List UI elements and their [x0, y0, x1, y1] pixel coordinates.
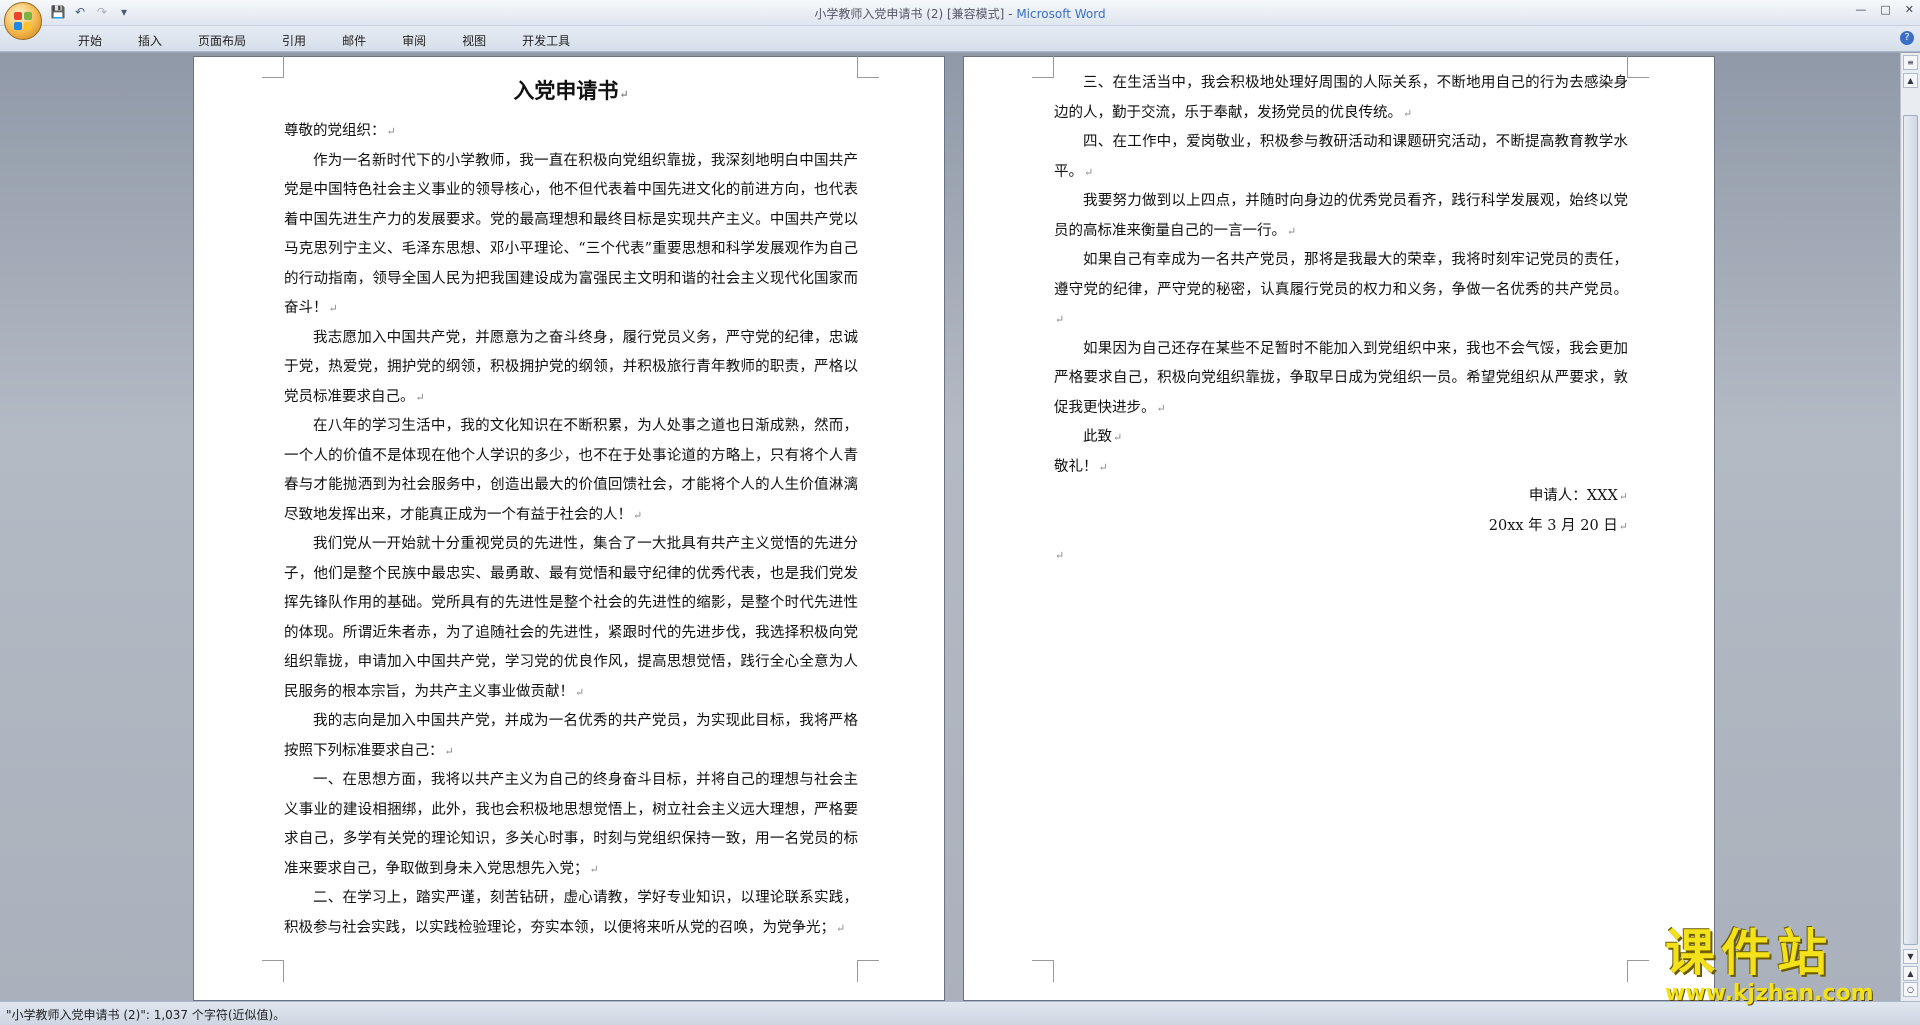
- office-button[interactable]: [4, 2, 42, 40]
- page-2[interactable]: 三、在生活当中，我会积极地处理好周围的人际关系，不断地用自己的行为去感染身边的人…: [963, 56, 1715, 1001]
- title-bar: 💾 ↶ ↷ ▾ 小学教师入党申请书 (2) [兼容模式] - Microsoft…: [0, 0, 1920, 40]
- tab-references[interactable]: 引用: [264, 30, 324, 51]
- scroll-down-icon[interactable]: ▼: [1903, 949, 1918, 964]
- paragraph: 如果因为自己还存在某些不足暂时不能加入到党组织中来，我也不会气馁，我会更加严格要…: [1054, 340, 1628, 416]
- maximize-icon[interactable]: □: [1880, 3, 1890, 16]
- document-workspace: 入党申请书↵ 尊敬的党组织：↵ 作为一名新时代下的小学教师，我一直在积极向党组织…: [0, 53, 1900, 1001]
- document-title: 入党申请书↵: [513, 78, 629, 103]
- vertical-scrollbar[interactable]: ≡ ▲ ▼ ▲ ○: [1900, 53, 1920, 1001]
- empty-paragraph: ↵: [1055, 549, 1065, 562]
- doc-title: 小学教师入党申请书 (2) [兼容模式] -: [814, 7, 1017, 21]
- watermark-logo: 课件站 www.kjzhan.com: [1665, 925, 1905, 1006]
- paragraph: 四、在工作中，爱岗敬业，积极参与教研活动和课题研究活动，不断提高教育教学水平。↵: [1054, 134, 1628, 180]
- paragraph: 三、在生活当中，我会积极地处理好周围的人际关系，不断地用自己的行为去感染身边的人…: [1054, 75, 1628, 121]
- salutation: 尊敬的党组织：↵: [284, 123, 396, 139]
- help-icon[interactable]: ?: [1900, 31, 1914, 45]
- paragraph: 一、在思想方面，我将以共产主义为自己的终身奋斗目标，并将自己的理想与社会主义事业…: [284, 772, 858, 877]
- scroll-thumb[interactable]: [1903, 115, 1918, 945]
- closing-salute: 敬礼！↵: [1054, 458, 1108, 475]
- paragraph: 作为一名新时代下的小学教师，我一直在积极向党组织靠拢，我深刻地明白中国共产党是中…: [284, 152, 858, 317]
- tab-developer[interactable]: 开发工具: [504, 30, 588, 51]
- word-count-status: "小学教师入党申请书 (2)": 1,037 个字符(近似值)。: [6, 1008, 286, 1022]
- signature: 申请人：XXX↵: [1528, 488, 1628, 504]
- watermark-title: 课件站: [1665, 924, 1833, 982]
- app-name: Microsoft Word: [1016, 7, 1106, 21]
- status-bar: "小学教师入党申请书 (2)": 1,037 个字符(近似值)。: [0, 1001, 1920, 1025]
- minimize-icon[interactable]: —: [1855, 3, 1866, 16]
- paragraph: 我们党从一开始就十分重视党员的先进性，集合了一大批具有共产主义觉悟的先进分子，他…: [284, 536, 858, 700]
- office-logo-icon: [14, 12, 32, 30]
- page-2-text[interactable]: 三、在生活当中，我会积极地处理好周围的人际关系，不断地用自己的行为去感染身边的人…: [1054, 69, 1628, 571]
- tab-insert[interactable]: 插入: [120, 30, 180, 51]
- paragraph: 如果自己有幸成为一名共产党员，那将是我最大的荣幸，我将时刻牢记党员的责任，遵守党…: [1054, 252, 1628, 326]
- window-title: 小学教师入党申请书 (2) [兼容模式] - Microsoft Word: [0, 5, 1920, 22]
- tab-view[interactable]: 视图: [444, 30, 504, 51]
- date: 20xx 年 3 月 20 日↵: [1488, 517, 1628, 534]
- page-1-text[interactable]: 入党申请书↵ 尊敬的党组织：↵ 作为一名新时代下的小学教师，我一直在积极向党组织…: [284, 71, 858, 943]
- tab-home[interactable]: 开始: [60, 30, 120, 51]
- tab-mailings[interactable]: 邮件: [324, 30, 384, 51]
- tab-review[interactable]: 审阅: [384, 30, 444, 51]
- browse-object-icon[interactable]: ○: [1903, 982, 1918, 997]
- paragraph: 二、在学习上，踏实严谨，刻苦钻研，虚心请教，学好专业知识，以理论联系实践，积极参…: [284, 890, 858, 936]
- ruler-toggle-icon[interactable]: ≡: [1903, 55, 1918, 70]
- window-controls: — □ ✕: [1855, 3, 1914, 16]
- paragraph: 我志愿加入中国共产党，并愿意为之奋斗终身，履行党员义务，严守党的纪律，忠诚于党，…: [284, 329, 858, 405]
- watermark-url: www.kjzhan.com: [1665, 981, 1874, 1006]
- scroll-up-icon[interactable]: ▲: [1903, 73, 1918, 88]
- close-icon[interactable]: ✕: [1905, 3, 1914, 16]
- closing-phrase: 此致↵: [1083, 429, 1123, 445]
- ribbon-tabs: 开始 插入 页面布局 引用 邮件 审阅 视图 开发工具 ?: [0, 26, 1920, 52]
- previous-page-icon[interactable]: ▲: [1903, 966, 1918, 981]
- paragraph: 我的志向是加入中国共产党，并成为一名优秀的共产党员，为实现此目标，我将严格按照下…: [284, 713, 858, 759]
- paragraph: 在八年的学习生活中，我的文化知识在不断积累，为人处事之道也日渐成熟，然而，一个人…: [284, 418, 858, 523]
- page-1[interactable]: 入党申请书↵ 尊敬的党组织：↵ 作为一名新时代下的小学教师，我一直在积极向党组织…: [193, 56, 945, 1001]
- tab-page-layout[interactable]: 页面布局: [180, 30, 264, 51]
- paragraph: 我要努力做到以上四点，并随时向身边的优秀党员看齐，践行科学发展观，始终以党员的高…: [1054, 193, 1628, 239]
